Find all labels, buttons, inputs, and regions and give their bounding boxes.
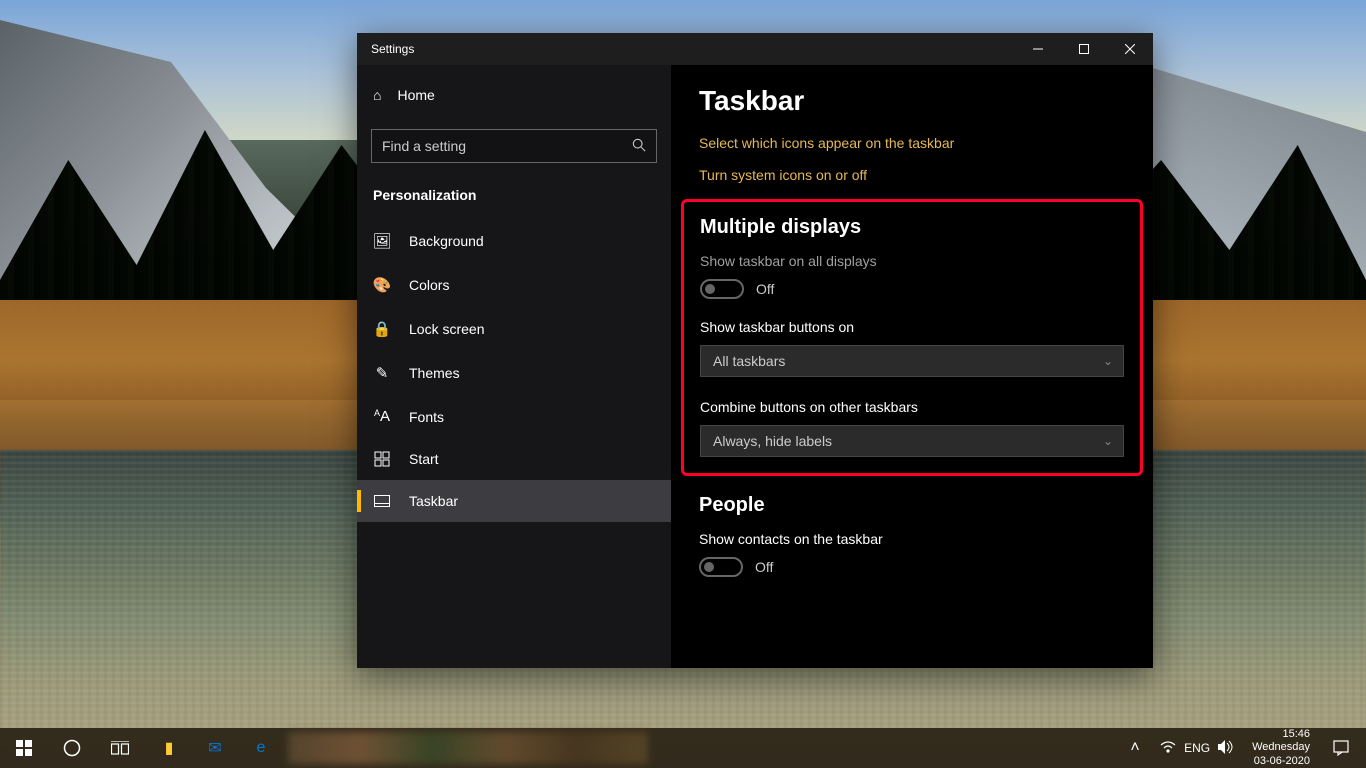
system-tray[interactable]: ENG [1152, 740, 1242, 757]
clock-day: Wednesday [1252, 741, 1310, 754]
close-button[interactable] [1107, 33, 1153, 65]
show-buttons-on-label: Show taskbar buttons on [700, 319, 1124, 335]
link-select-icons[interactable]: Select which icons appear on the taskbar [699, 135, 1125, 151]
clock-date: 03-06-2020 [1252, 755, 1310, 768]
show-taskbar-all-label: Show taskbar on all displays [700, 253, 1124, 269]
sidebar-item-label: Themes [409, 365, 460, 381]
sidebar: ⌂ Home Find a setting Personalization 🖼 … [357, 65, 671, 668]
search-icon [632, 138, 646, 155]
link-system-icons[interactable]: Turn system icons on or off [699, 167, 1125, 183]
sidebar-item-label: Taskbar [409, 493, 458, 509]
taskbar-app-explorer[interactable]: ▮ [146, 728, 192, 768]
sidebar-item-themes[interactable]: ✎ Themes [357, 351, 671, 395]
tray-chevron-up-icon[interactable]: ˄ [1120, 728, 1150, 768]
home-icon: ⌂ [373, 87, 381, 103]
home-label: Home [397, 87, 434, 103]
toggle-track [699, 557, 743, 577]
action-center-button[interactable] [1320, 728, 1362, 768]
toggle-state: Off [756, 281, 774, 297]
sidebar-item-background[interactable]: 🖼 Background [357, 219, 671, 263]
start-button[interactable] [0, 728, 48, 768]
sidebar-item-fonts[interactable]: AA Fonts [357, 395, 671, 438]
picture-icon: 🖼 [373, 232, 391, 250]
sidebar-item-label: Colors [409, 277, 449, 293]
toggle-state: Off [755, 559, 773, 575]
sidebar-item-start[interactable]: Start [357, 438, 671, 480]
palette-icon: 🎨 [373, 276, 391, 294]
show-contacts-label: Show contacts on the taskbar [699, 531, 1125, 547]
taskbar-running-apps[interactable] [288, 732, 648, 764]
task-view-button[interactable] [96, 728, 144, 768]
minimize-button[interactable] [1015, 33, 1061, 65]
sidebar-item-label: Background [409, 233, 484, 249]
volume-icon[interactable] [1218, 740, 1234, 757]
highlight-annotation: Multiple displays Show taskbar on all di… [681, 199, 1143, 476]
sidebar-item-colors[interactable]: 🎨 Colors [357, 263, 671, 307]
content-panel: Taskbar Select which icons appear on the… [671, 65, 1153, 668]
show-buttons-on-dropdown[interactable]: All taskbars [700, 345, 1124, 377]
settings-window: Settings ⌂ Home Find a setting [357, 33, 1153, 668]
combine-buttons-dropdown[interactable]: Always, hide labels [700, 425, 1124, 457]
page-heading: Taskbar [699, 85, 1125, 117]
language-indicator[interactable]: ENG [1184, 741, 1210, 755]
cortana-button[interactable] [48, 728, 96, 768]
dropdown-value: Always, hide labels [713, 433, 832, 449]
dropdown-value: All taskbars [713, 353, 785, 369]
maximize-button[interactable] [1061, 33, 1107, 65]
wifi-icon[interactable] [1160, 741, 1176, 756]
sidebar-item-label: Start [409, 451, 439, 467]
window-title: Settings [371, 42, 414, 56]
taskbar-app-mail[interactable]: ✉ [192, 728, 238, 768]
lock-icon: 🔒 [373, 320, 391, 338]
taskbar-icon [373, 495, 391, 507]
sidebar-item-taskbar[interactable]: Taskbar [357, 480, 671, 522]
grid-icon [373, 451, 391, 467]
show-taskbar-all-toggle[interactable]: Off [700, 279, 1124, 299]
sidebar-item-label: Fonts [409, 409, 444, 425]
toggle-track [700, 279, 744, 299]
taskbar-clock[interactable]: 15:46 Wednesday 03-06-2020 [1244, 728, 1318, 768]
pencil-icon: ✎ [373, 364, 391, 382]
taskbar: ▮ ✉ e ˄ ENG 15:46 Wednesday 03-06-2020 [0, 728, 1366, 768]
show-contacts-toggle[interactable]: Off [699, 557, 1125, 577]
people-heading: People [699, 494, 1125, 517]
font-icon: AA [373, 408, 391, 425]
taskbar-app-edge[interactable]: e [238, 728, 284, 768]
home-button[interactable]: ⌂ Home [357, 77, 671, 113]
sidebar-section-title: Personalization [357, 181, 671, 219]
sidebar-item-label: Lock screen [409, 321, 484, 337]
search-placeholder: Find a setting [382, 138, 466, 154]
search-input[interactable]: Find a setting [371, 129, 657, 163]
combine-buttons-label: Combine buttons on other taskbars [700, 399, 1124, 415]
sidebar-item-lock-screen[interactable]: 🔒 Lock screen [357, 307, 671, 351]
clock-time: 15:46 [1252, 728, 1310, 741]
titlebar[interactable]: Settings [357, 33, 1153, 65]
multiple-displays-heading: Multiple displays [700, 216, 1124, 239]
